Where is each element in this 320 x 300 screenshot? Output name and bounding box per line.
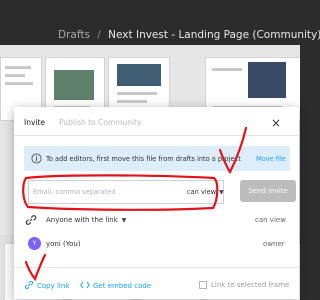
close-icon[interactable]: × [270, 117, 282, 129]
copy-link-label: Copy link [37, 282, 70, 290]
code-icon [80, 281, 90, 289]
share-tabs: Invite Publish to Community × [14, 107, 299, 136]
link-permission-select[interactable]: can view [255, 216, 286, 224]
frame-thumbnail [248, 62, 286, 98]
breadcrumb-drafts[interactable]: Drafts [58, 29, 90, 41]
send-invite-button[interactable]: Send invite [240, 180, 296, 202]
frame-thumbnail [54, 70, 94, 100]
share-footer: Copy link Get embed code Link to selecte… [14, 267, 299, 300]
link-access-select[interactable]: Anyone with the link ▼ [46, 216, 126, 224]
tab-publish-to-community[interactable]: Publish to Community [59, 118, 141, 127]
move-file-link[interactable]: Move file [256, 155, 286, 163]
email-input[interactable] [33, 184, 153, 200]
move-file-notice: To add editors, first move this file fro… [24, 146, 290, 171]
member-name: yoni (You) [46, 240, 81, 248]
file-name[interactable]: Next Invest - Landing Page (Community) [108, 29, 320, 41]
link-to-frame-label: Link to selected frame [211, 281, 290, 289]
invite-permission-select[interactable]: can view ▼ [187, 188, 224, 196]
frame-thumbnail [117, 64, 161, 86]
avatar: Y [28, 237, 41, 250]
embed-code-label: Get embed code [93, 282, 152, 290]
breadcrumb: Drafts / Next Invest - Landing Page (Com… [58, 29, 320, 41]
link-icon [25, 215, 37, 225]
get-embed-code-button[interactable]: Get embed code [80, 281, 151, 290]
info-icon [31, 153, 42, 164]
invite-email-box: can view▼ [28, 180, 224, 204]
link-icon [24, 281, 34, 289]
link-to-frame-checkbox[interactable] [199, 281, 207, 289]
share-dialog: Invite Publish to Community × To add edi… [14, 107, 299, 299]
notice-text: To add editors, first move this file fro… [46, 155, 241, 163]
chevron-down-icon: ▼ [219, 189, 224, 196]
invite-permission-label: can view [187, 188, 217, 196]
tab-invite[interactable]: Invite [24, 118, 45, 127]
link-access-label: Anyone with the link [46, 216, 118, 224]
member-role: owner [263, 240, 285, 248]
copy-link-button[interactable]: Copy link [24, 281, 69, 290]
breadcrumb-separator: / [97, 29, 101, 41]
chevron-down-icon: ▼ [121, 217, 127, 224]
